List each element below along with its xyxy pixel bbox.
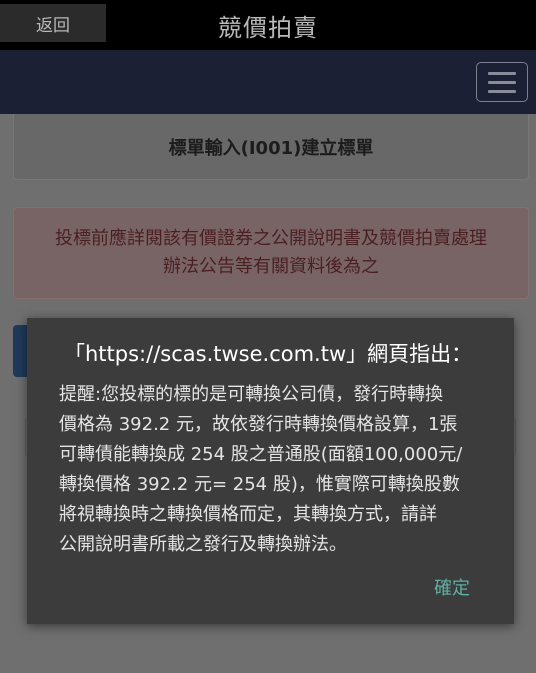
app-top-bar: 返回 競價拍賣 <box>0 0 536 50</box>
dialog-message-line: 公開說明書所載之發行及轉換辦法。 <box>59 534 347 555</box>
menu-bar-line <box>488 80 516 84</box>
warning-alert: 投標前應詳閱該有價證券之公開說明書及競價拍賣處理 辦法公告等有關資料後為之 <box>13 207 529 299</box>
ok-button[interactable]: 確定 <box>434 574 470 600</box>
dialog-title: 「https://scas.twse.com.tw」網頁指出： <box>64 342 473 366</box>
dialog-message-line: 可轉債能轉換成 254 股之普通股(面額100,000元/ <box>59 444 463 465</box>
dialog-message-line: 轉換價格 392.2 元= 254 股)，惟實際可轉換股數 <box>59 474 460 495</box>
dialog-message: 提醒:您投標的標的是可轉換公司債，發行時轉換 價格為 392.2 元，故依發行時… <box>59 380 489 560</box>
dialog-message-line: 將視轉換時之轉換價格而定，其轉換方式，請詳 <box>59 504 437 525</box>
site-navbar <box>0 50 536 114</box>
form-title-card: 標單輸入(I001)建立標單 <box>13 114 529 180</box>
app-title: 競價拍賣 <box>218 14 318 42</box>
alert-line: 辦法公告等有關資料後為之 <box>163 256 379 277</box>
alert-line: 投標前應詳閱該有價證券之公開說明書及競價拍賣處理 <box>55 228 487 249</box>
dialog-message-line: 價格為 392.2 元，故依發行時轉換價格設算，1張 <box>59 414 458 435</box>
hamburger-menu-icon[interactable] <box>476 62 528 102</box>
menu-bar-line <box>488 71 516 75</box>
menu-bar-line <box>488 89 516 93</box>
dialog-message-line: 提醒:您投標的標的是可轉換公司債，發行時轉換 <box>59 384 444 405</box>
alert-dialog: 「https://scas.twse.com.tw」網頁指出： 提醒:您投標的標… <box>27 318 514 624</box>
